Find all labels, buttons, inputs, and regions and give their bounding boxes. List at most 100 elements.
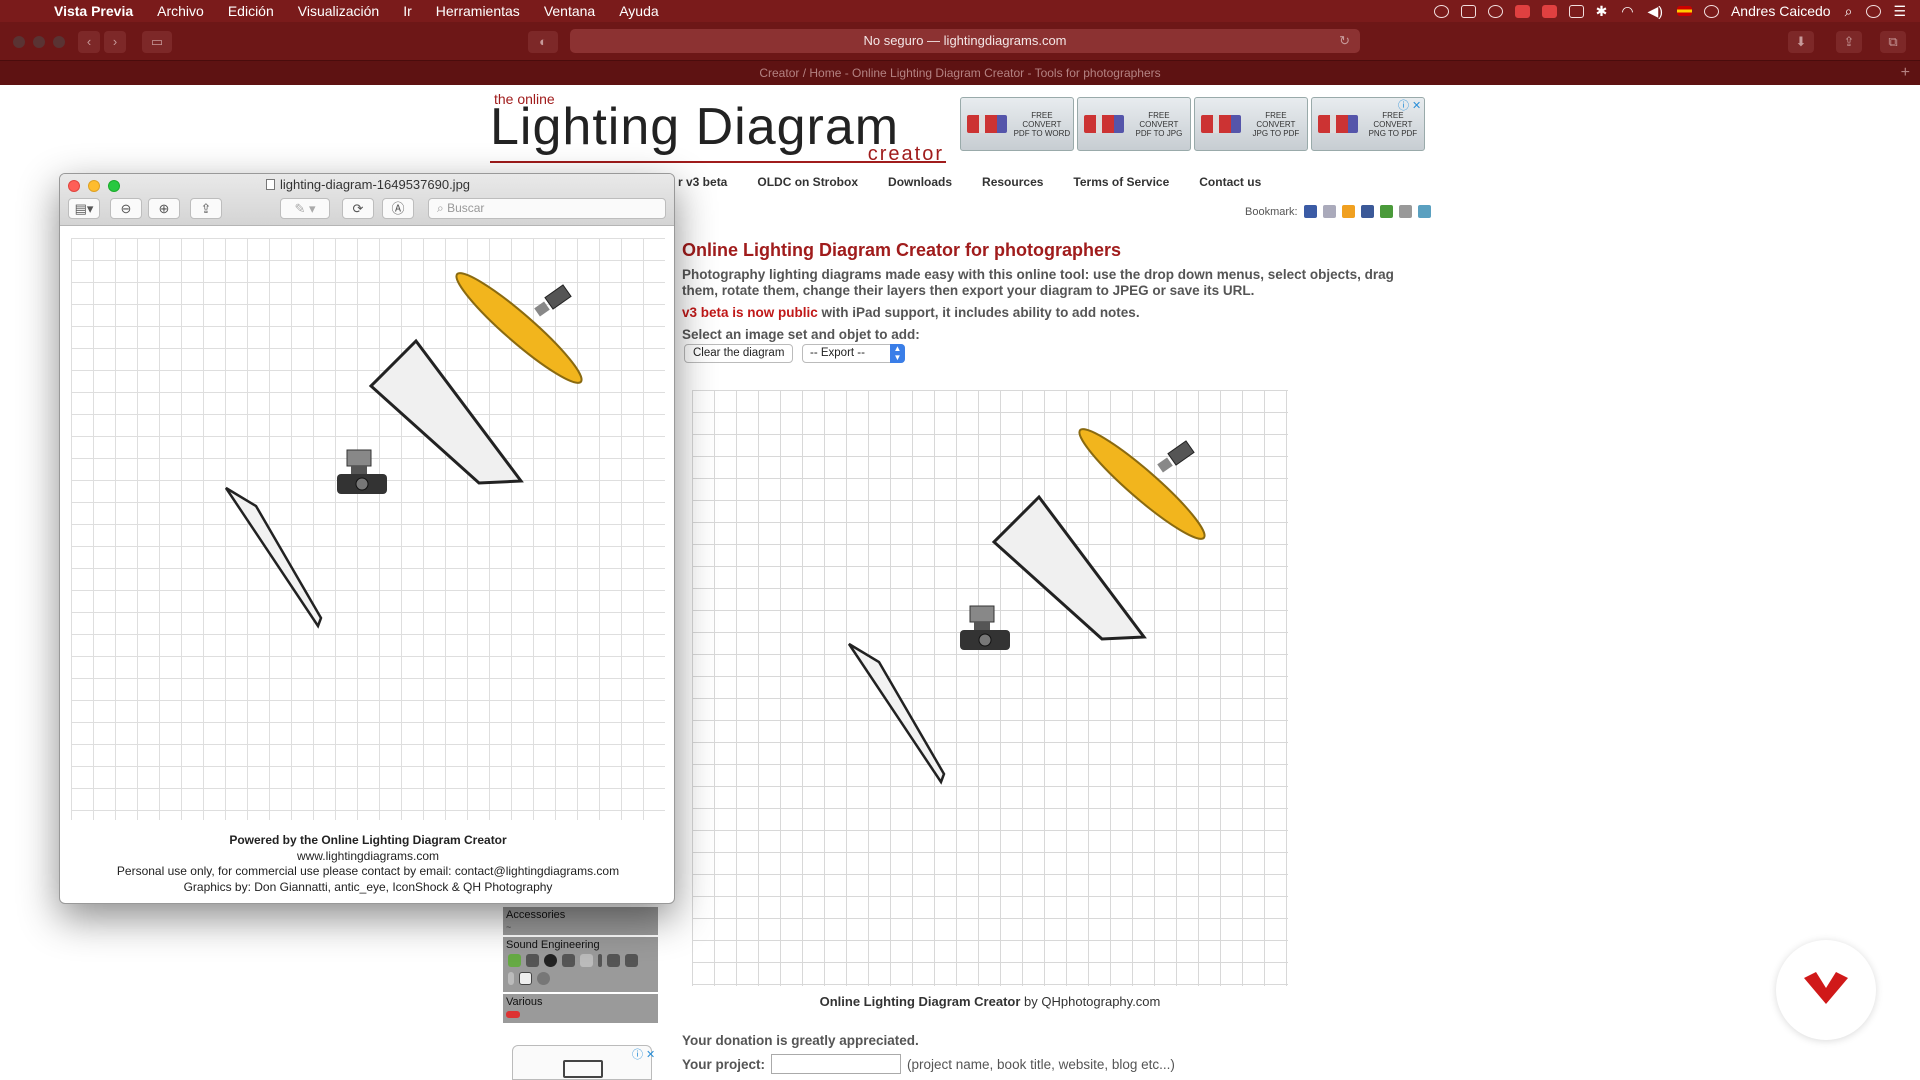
digg-icon[interactable]	[1322, 205, 1336, 218]
google-bookmark-icon[interactable]	[1417, 205, 1431, 218]
minimize-window-icon[interactable]	[33, 36, 45, 48]
site-logo[interactable]: the online Lighting Diagram creator	[490, 89, 946, 167]
menu-ventana[interactable]: Ventana	[544, 3, 595, 19]
facebook-icon[interactable]	[1360, 205, 1374, 218]
input-source-flag-icon[interactable]	[1676, 6, 1692, 16]
shotgun-mic-icon[interactable]	[580, 954, 593, 967]
boom-mic-icon[interactable]	[562, 954, 575, 967]
menu-app-name[interactable]: Vista Previa	[54, 3, 133, 19]
clear-diagram-button[interactable]: Clear the diagram	[684, 344, 794, 363]
privacy-shield-icon[interactable]: ◐	[528, 31, 558, 53]
accessories-section[interactable]: Accessories ~	[503, 907, 658, 935]
new-tab-icon[interactable]: +	[1901, 61, 1910, 85]
diagram-canvas[interactable]	[692, 390, 1288, 986]
volume-icon[interactable]: ◀)	[1648, 3, 1663, 20]
project-input[interactable]	[771, 1054, 902, 1074]
beta-link[interactable]: v3 beta is now public	[682, 305, 818, 320]
menu-ayuda[interactable]: Ayuda	[619, 3, 658, 19]
softbox-panel[interactable]	[368, 338, 524, 485]
zoom-in-icon[interactable]: ⊕	[148, 198, 180, 219]
reddit-icon[interactable]	[1398, 205, 1412, 218]
airplay-icon[interactable]	[1568, 4, 1584, 18]
sidebar-toggle-icon[interactable]: ▭	[142, 31, 172, 53]
various-section[interactable]: Various	[503, 994, 658, 1023]
adobe-icon[interactable]	[1514, 4, 1530, 18]
beauty-dish-reflector[interactable]	[1071, 420, 1213, 549]
creative-cloud-icon[interactable]	[1487, 4, 1503, 18]
ad-pdf-to-jpg[interactable]: FREE CONVERT PDF TO JPG	[1077, 97, 1191, 151]
camera-icon[interactable]	[337, 449, 387, 494]
beta-notice: v3 beta is now public with iPad support,…	[682, 305, 1140, 320]
menu-ir[interactable]: Ir	[403, 3, 412, 19]
various-item-icon[interactable]	[506, 1011, 520, 1018]
speaker-icon[interactable]	[544, 954, 557, 967]
headphones-icon[interactable]	[537, 972, 550, 985]
bluetooth-icon[interactable]: ✱	[1596, 3, 1608, 20]
forward-icon[interactable]: ›	[104, 31, 126, 53]
siri-icon[interactable]	[1866, 4, 1882, 18]
preview-diagram[interactable]	[71, 238, 665, 820]
nav-resources[interactable]: Resources	[982, 175, 1043, 189]
creator-caption-rest[interactable]: by QHphotography.com	[1024, 994, 1160, 1009]
user-name[interactable]: Andres Caicedo	[1731, 3, 1831, 19]
recorder-icon[interactable]	[519, 972, 532, 985]
nav-downloads[interactable]: Downloads	[888, 175, 952, 189]
bottom-ad[interactable]	[512, 1045, 652, 1080]
preview-titlebar: lighting-diagram-1649537690.jpg ▤▾ ⊖ ⊕ ⇪…	[60, 174, 674, 226]
softbox-panel[interactable]	[991, 494, 1147, 641]
clock-icon[interactable]	[1703, 4, 1719, 18]
share-icon[interactable]: ⇪	[1836, 31, 1862, 53]
rotate-icon[interactable]: ⟳	[342, 198, 374, 219]
stumbleupon-icon[interactable]	[1379, 205, 1393, 218]
reflector-panel-small[interactable]	[224, 486, 323, 629]
zoom-window-icon[interactable]	[53, 36, 65, 48]
lavalier-icon[interactable]	[607, 954, 620, 967]
export-select[interactable]: -- Export -- ▲ ▼	[802, 344, 905, 363]
ad-jpg-to-pdf[interactable]: FREE CONVERT JPG TO PDF	[1194, 97, 1308, 151]
browser-tab[interactable]: Creator / Home - Online Lighting Diagram…	[0, 60, 1920, 85]
wifi-icon[interactable]: ◠	[1621, 3, 1633, 20]
accessories-icon[interactable]: ~	[506, 922, 511, 932]
mic-icon[interactable]	[526, 954, 539, 967]
cable-icon[interactable]	[508, 972, 514, 985]
mic-stand-icon[interactable]	[508, 954, 521, 967]
menu-edicion[interactable]: Edición	[228, 3, 274, 19]
ad-pdf-to-word[interactable]: FREE CONVERT PDF TO WORD	[960, 97, 1074, 151]
nav-v3-beta[interactable]: r v3 beta	[678, 175, 727, 189]
share-icon[interactable]: ⇪	[190, 198, 222, 219]
stand-icon[interactable]	[598, 954, 602, 967]
menu-visualizacion[interactable]: Visualización	[298, 3, 379, 19]
boom-pole-icon[interactable]	[625, 954, 638, 967]
markup-pen-icon[interactable]: ✎ ▾	[280, 198, 330, 219]
menu-herramientas[interactable]: Herramientas	[436, 3, 520, 19]
beauty-dish-reflector[interactable]	[448, 264, 590, 393]
control-center-icon[interactable]: ☰	[1893, 3, 1906, 20]
nav-contact[interactable]: Contact us	[1199, 175, 1261, 189]
sound-engineering-section[interactable]: Sound Engineering	[503, 937, 658, 992]
nav-terms[interactable]: Terms of Service	[1073, 175, 1169, 189]
downloads-icon[interactable]: ⬇	[1788, 31, 1814, 53]
markup-toolbar-icon[interactable]: Ⓐ	[382, 198, 414, 219]
delicious-icon[interactable]	[1303, 205, 1317, 218]
creator-caption-bold[interactable]: Online Lighting Diagram Creator	[820, 994, 1021, 1009]
ad-close-icon[interactable]: ⓘ ✕	[1398, 97, 1421, 113]
record-status-icon[interactable]	[1433, 4, 1449, 18]
preview-search[interactable]: ⌕ Buscar	[428, 198, 666, 219]
floating-badge[interactable]	[1776, 940, 1876, 1040]
furl-icon[interactable]	[1341, 205, 1355, 218]
close-window-icon[interactable]	[13, 36, 25, 48]
address-bar[interactable]: No seguro — lightingdiagrams.com ↻	[570, 29, 1360, 53]
camera-icon[interactable]	[960, 605, 1010, 650]
zoom-out-icon[interactable]: ⊖	[110, 198, 142, 219]
spotlight-search-icon[interactable]: ⌕	[1845, 3, 1853, 20]
menu-archivo[interactable]: Archivo	[157, 3, 204, 19]
nav-oldc-strobox[interactable]: OLDC on Strobox	[757, 175, 858, 189]
bottom-ad-close-icon[interactable]: ⓘ ✕	[632, 1046, 655, 1062]
window-status-icon[interactable]	[1460, 4, 1476, 18]
sidebar-view-icon[interactable]: ▤▾	[68, 198, 100, 219]
reload-icon[interactable]: ↻	[1339, 29, 1350, 53]
back-icon[interactable]: ‹	[78, 31, 100, 53]
tabs-overview-icon[interactable]: ⧉	[1880, 31, 1906, 53]
app-status-icon[interactable]	[1541, 4, 1557, 18]
reflector-panel-small[interactable]	[847, 642, 946, 785]
